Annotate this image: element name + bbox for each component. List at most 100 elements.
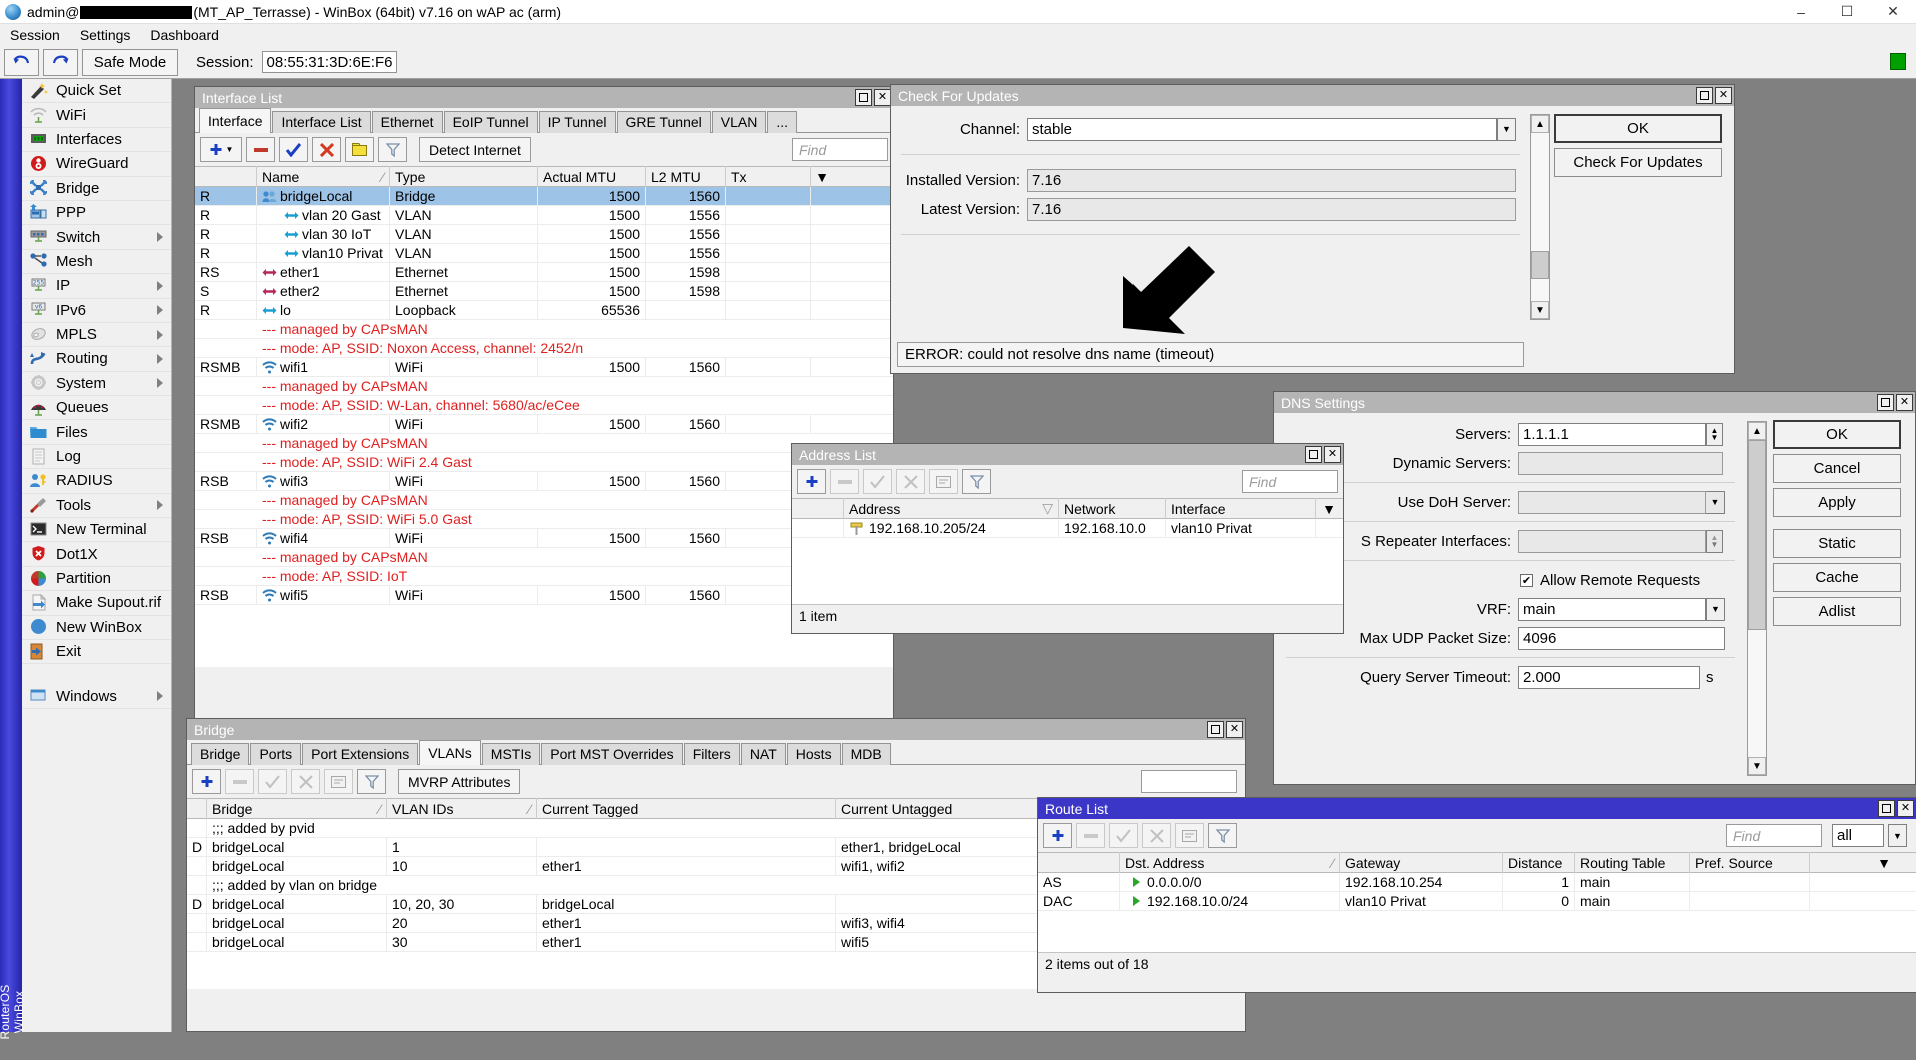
safe-mode-button[interactable]: Safe Mode	[82, 48, 178, 76]
disable-route-button[interactable]	[1142, 823, 1171, 848]
col-flags[interactable]	[187, 798, 207, 819]
col-l2-mtu[interactable]: L2 MTU	[646, 166, 726, 187]
column-chooser-icon[interactable]: ▼	[811, 166, 833, 187]
sidebar-item-exit[interactable]: Exit	[22, 640, 171, 665]
table-row[interactable]: Rlo Loopback 65536	[195, 300, 893, 320]
col-tx[interactable]: Tx	[726, 166, 811, 187]
tab-ports[interactable]: Ports	[250, 743, 302, 765]
interface-comment-row[interactable]: --- mode: AP, SSID: W-Lan, channel: 5680…	[195, 396, 893, 415]
maximize-icon[interactable]	[1877, 394, 1894, 411]
sidebar-item-new-winbox[interactable]: New WinBox	[22, 616, 171, 640]
route-filter-dropdown-icon[interactable]: ▼	[1888, 824, 1907, 847]
maximize-icon[interactable]	[855, 89, 872, 106]
comment-button[interactable]	[324, 769, 353, 794]
table-row[interactable]: RSB wifi4 WiFi 1500 1560	[195, 528, 893, 548]
remove-vlan-button[interactable]	[225, 769, 254, 794]
filter-button[interactable]	[357, 769, 386, 794]
sidebar-item-switch[interactable]: Switch	[22, 225, 171, 250]
menu-session[interactable]: Session	[0, 25, 70, 45]
filter-button[interactable]	[1208, 823, 1237, 848]
tab-gre-tunnel[interactable]: GRE Tunnel	[616, 111, 711, 133]
session-value[interactable]: 08:55:31:3D:6E:F6	[261, 51, 398, 73]
adlist-button[interactable]: Adlist	[1773, 597, 1901, 626]
close-icon[interactable]: ✕	[1226, 721, 1243, 738]
ok-button[interactable]: OK	[1773, 420, 1901, 449]
enable-route-button[interactable]	[1109, 823, 1138, 848]
tab-vlans[interactable]: VLANs	[419, 740, 481, 765]
sidebar-item-mesh[interactable]: Mesh	[22, 250, 171, 275]
check-for-updates-button[interactable]: Check For Updates	[1554, 148, 1722, 177]
table-row[interactable]: Sether2 Ethernet 1500 1598	[195, 281, 893, 301]
table-row[interactable]: DAC 192.168.10.0/24 vlan10 Privat 0 main	[1038, 891, 1916, 911]
sidebar-item-mpls[interactable]: MPLS	[22, 323, 171, 348]
table-row[interactable]: Rvlan 20 Gast VLAN 1500 1556	[195, 205, 893, 225]
column-chooser-icon[interactable]: ▼	[1316, 498, 1342, 519]
close-icon[interactable]: ✕	[1324, 446, 1341, 463]
column-chooser-icon[interactable]: ▼	[1810, 852, 1896, 873]
interface-comment-row[interactable]: --- managed by CAPsMAN	[195, 548, 893, 567]
col-pref-source[interactable]: Pref. Source	[1690, 852, 1810, 873]
disable-vlan-button[interactable]	[291, 769, 320, 794]
route-list-titlebar[interactable]: Route List ✕	[1038, 798, 1916, 819]
col-routing-table[interactable]: Routing Table	[1575, 852, 1690, 873]
sidebar-item-bridge[interactable]: Bridge	[22, 177, 171, 201]
table-row[interactable]: RSMB wifi1 WiFi 1500 1560	[195, 357, 893, 377]
table-row[interactable]: Rvlan 30 IoT VLAN 1500 1556	[195, 224, 893, 244]
sidebar-item-windows[interactable]: Windows	[22, 684, 171, 709]
table-row[interactable]: RSMB wifi2 WiFi 1500 1560	[195, 414, 893, 434]
table-row[interactable]: RS ether1 Ethernet 1500 1598	[195, 262, 893, 282]
interface-comment-row[interactable]: --- managed by CAPsMAN	[195, 377, 893, 396]
cache-button[interactable]: Cache	[1773, 563, 1901, 592]
scroll-thumb[interactable]	[1531, 251, 1549, 279]
scroll-down-icon[interactable]: ▼	[1531, 301, 1549, 319]
sidebar-item-ipv6[interactable]: v6 IPv6	[22, 299, 171, 323]
scroll-down-icon[interactable]: ▼	[1748, 757, 1766, 775]
address-find-input[interactable]: Find	[1242, 470, 1338, 493]
maximize-icon[interactable]	[1207, 721, 1224, 738]
table-row[interactable]: AS 0.0.0.0/0 192.168.10.254 1 main	[1038, 872, 1916, 892]
disable-address-button[interactable]	[896, 469, 925, 494]
max-udp-input[interactable]: 4096	[1518, 626, 1725, 650]
add-vlan-button[interactable]	[192, 769, 221, 794]
comment-button[interactable]	[345, 137, 374, 162]
use-doh-dropdown-icon[interactable]: ▼	[1706, 490, 1725, 514]
dns-settings-titlebar[interactable]: DNS Settings ✕	[1274, 392, 1915, 413]
tab-nat[interactable]: NAT	[740, 743, 786, 765]
tab-hosts[interactable]: Hosts	[786, 743, 841, 765]
tab-[interactable]: ...	[767, 111, 798, 133]
scroll-up-icon[interactable]: ▲	[1748, 422, 1766, 440]
col-address[interactable]: Address ▽	[844, 498, 1059, 519]
check-updates-scrollbar[interactable]: ▲ ▼	[1530, 114, 1550, 320]
undo-button[interactable]	[4, 48, 39, 76]
disable-interface-button[interactable]	[312, 137, 341, 162]
tab-port-mst-overrides[interactable]: Port MST Overrides	[541, 743, 683, 765]
remove-interface-button[interactable]	[246, 137, 275, 162]
interface-comment-row[interactable]: --- mode: AP, SSID: Noxon Access, channe…	[195, 339, 893, 358]
minimize-icon[interactable]: –	[1778, 0, 1824, 24]
sidebar-item-system[interactable]: System	[22, 372, 171, 397]
col-actual-mtu[interactable]: Actual MTU	[538, 166, 646, 187]
tab-mdb[interactable]: MDB	[841, 743, 891, 765]
sidebar-item-tools[interactable]: Tools	[22, 494, 171, 519]
sidebar-item-queues[interactable]: Queues	[22, 396, 171, 421]
route-find-input[interactable]: Find	[1726, 824, 1822, 847]
col-name[interactable]: Name ⁄	[257, 166, 390, 187]
col-flags[interactable]	[1038, 852, 1120, 873]
query-timeout-input[interactable]: 2.000	[1518, 665, 1700, 689]
interface-comment-row[interactable]: --- mode: AP, SSID: WiFi 5.0 Gast	[195, 510, 893, 529]
dns-settings-scrollbar[interactable]: ▲ ▼	[1747, 421, 1767, 776]
interface-comment-row[interactable]: --- managed by CAPsMAN	[195, 434, 893, 453]
sidebar-item-partition[interactable]: Partition	[22, 567, 171, 592]
remove-address-button[interactable]	[830, 469, 859, 494]
add-route-button[interactable]	[1043, 823, 1072, 848]
interface-comment-row[interactable]: --- mode: AP, SSID: IoT	[195, 567, 893, 586]
comment-button[interactable]	[1175, 823, 1204, 848]
scroll-track[interactable]	[1748, 440, 1766, 757]
interface-list-titlebar[interactable]: Interface List ✕	[195, 87, 893, 108]
close-icon[interactable]: ✕	[1897, 800, 1914, 817]
maximize-icon[interactable]	[1696, 87, 1713, 104]
tab-eoip-tunnel[interactable]: EoIP Tunnel	[443, 111, 538, 133]
cancel-button[interactable]: Cancel	[1773, 454, 1901, 483]
channel-dropdown-icon[interactable]: ▼	[1497, 117, 1516, 141]
interface-comment-row[interactable]: --- managed by CAPsMAN	[195, 491, 893, 510]
